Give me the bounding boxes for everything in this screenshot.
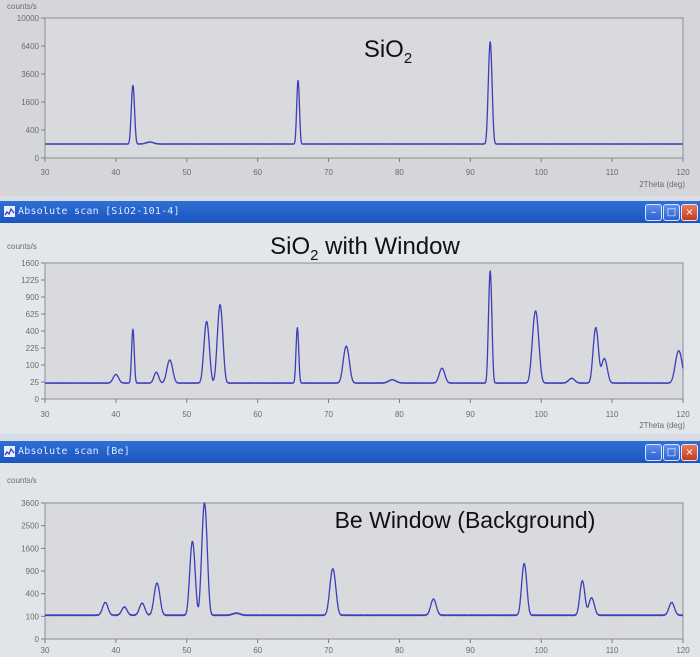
x-tick-label: 120 xyxy=(676,168,690,177)
x-tick-label: 70 xyxy=(324,646,333,655)
x-tick-label: 40 xyxy=(111,168,120,177)
window-title: Absolute scan [Be] xyxy=(18,446,130,457)
x-tick-label: 60 xyxy=(253,168,262,177)
y-tick-label: 900 xyxy=(26,567,40,576)
x-tick-label: 70 xyxy=(324,410,333,419)
y-tick-label: 0 xyxy=(35,395,40,404)
x-tick-label: 80 xyxy=(395,646,404,655)
x-tick-label: 90 xyxy=(466,410,475,419)
y-tick-label: 900 xyxy=(26,293,40,302)
chart-app-icon xyxy=(4,206,15,217)
x-tick-label: 40 xyxy=(111,646,120,655)
y-axis-unit-label: counts/s xyxy=(7,476,37,485)
chart-annotation-title: SiO2 with Window xyxy=(270,233,460,264)
x-tick-label: 100 xyxy=(535,646,549,655)
x-tick-label: 120 xyxy=(676,410,690,419)
y-tick-label: 10000 xyxy=(17,14,40,23)
close-button[interactable]: × xyxy=(681,444,698,461)
x-tick-label: 40 xyxy=(111,410,120,419)
window-titlebar[interactable]: Absolute scan [Be] – □ × xyxy=(0,441,700,463)
maximize-button[interactable]: □ xyxy=(663,204,680,221)
chart-annotation-title: Be Window (Background) xyxy=(335,507,596,533)
window-titlebar[interactable]: Absolute scan [SiO2-101-4] – □ × xyxy=(0,201,700,223)
y-axis-unit-label: counts/s xyxy=(7,242,37,251)
y-tick-label: 3600 xyxy=(21,499,39,508)
chart-app-icon xyxy=(4,446,15,457)
x-tick-label: 110 xyxy=(606,646,619,655)
x-tick-label: 30 xyxy=(41,646,50,655)
x-tick-label: 90 xyxy=(466,168,475,177)
x-tick-label: 50 xyxy=(182,646,191,655)
xrd-chart-be-window: 0 100 400 900 1600 2500 3600 30 40 50 60 70 80 90 100 1… xyxy=(7,476,690,655)
xrd-chart-sio2-with-window: 0 25 100 225 400 625 900 1225 1600 30 40 50 60 70 80 90… xyxy=(7,233,690,430)
chart-window-sio2-with-window: Absolute scan [SiO2-101-4] – □ × 0 25 100 2… xyxy=(0,201,700,434)
maximize-button[interactable]: □ xyxy=(663,444,680,461)
minimize-button[interactable]: – xyxy=(645,204,662,221)
xrd-chart-sio2: 0 400 1600 3600 6400 10000 30 40 50 60 70 80 90 100 11… xyxy=(7,2,690,189)
x-tick-label: 100 xyxy=(535,410,549,419)
y-tick-label: 6400 xyxy=(21,42,39,51)
x-tick-label: 30 xyxy=(41,168,50,177)
y-tick-label: 100 xyxy=(26,361,40,370)
y-tick-label: 400 xyxy=(26,327,40,336)
y-tick-label: 2500 xyxy=(21,522,39,531)
y-tick-label: 0 xyxy=(35,635,40,644)
x-tick-label: 90 xyxy=(466,646,475,655)
plot-area xyxy=(44,262,684,400)
x-tick-label: 70 xyxy=(324,168,333,177)
x-tick-label: 50 xyxy=(182,410,191,419)
chart-window-sio2: 0 400 1600 3600 6400 10000 30 40 50 60 70 80 90 100 11… xyxy=(0,0,700,196)
x-tick-label: 110 xyxy=(606,168,619,177)
y-tick-label: 3600 xyxy=(21,70,39,79)
y-tick-label: 1600 xyxy=(21,544,39,553)
x-tick-label: 60 xyxy=(253,410,262,419)
y-tick-label: 100 xyxy=(26,612,40,621)
x-tick-label: 80 xyxy=(395,410,404,419)
x-tick-label: 110 xyxy=(606,410,619,419)
window-title: Absolute scan [SiO2-101-4] xyxy=(18,206,180,217)
x-tick-label: 120 xyxy=(676,646,690,655)
x-tick-label: 80 xyxy=(395,168,404,177)
y-axis-unit-label: counts/s xyxy=(7,2,37,11)
chart-window-be: Absolute scan [Be] – □ × 0 100 400 900 1600 2… xyxy=(0,441,700,657)
x-axis-label: 2Theta (deg) xyxy=(639,421,685,430)
x-tick-label: 50 xyxy=(182,168,191,177)
minimize-button[interactable]: – xyxy=(645,444,662,461)
y-tick-label: 625 xyxy=(26,310,40,319)
y-tick-label: 225 xyxy=(26,344,40,353)
y-tick-label: 400 xyxy=(26,590,40,599)
y-tick-label: 1600 xyxy=(21,98,39,107)
y-tick-label: 400 xyxy=(26,126,40,135)
y-tick-label: 1600 xyxy=(21,259,39,268)
y-tick-label: 1225 xyxy=(21,276,39,285)
x-tick-label: 30 xyxy=(41,410,50,419)
x-tick-label: 100 xyxy=(535,168,549,177)
y-tick-label: 25 xyxy=(30,378,39,387)
x-tick-label: 60 xyxy=(253,646,262,655)
close-button[interactable]: × xyxy=(681,204,698,221)
y-tick-label: 0 xyxy=(35,154,40,163)
x-axis-label: 2Theta (deg) xyxy=(639,180,685,189)
